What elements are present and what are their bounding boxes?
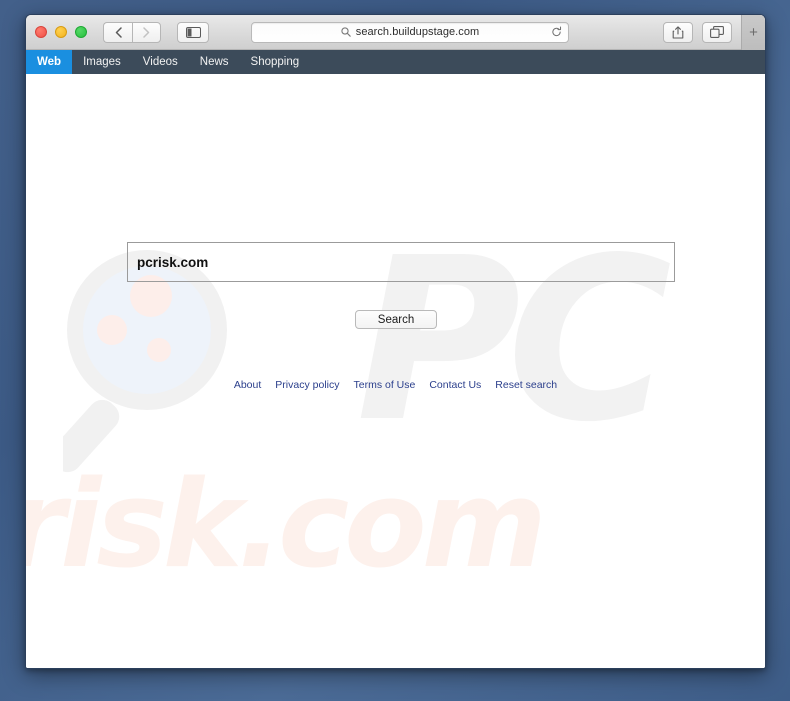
site-category-nav: Web Images Videos News Shopping <box>26 50 765 74</box>
search-icon <box>341 27 351 37</box>
search-input[interactable] <box>127 242 675 282</box>
nav-item-images[interactable]: Images <box>72 50 132 74</box>
url-text: search.buildupstage.com <box>355 26 480 38</box>
footer-links: About Privacy policy Terms of Use Contac… <box>26 379 765 391</box>
window-controls <box>35 26 87 38</box>
forward-button[interactable] <box>132 21 161 43</box>
footer-link-terms-of-use[interactable]: Terms of Use <box>353 379 415 391</box>
nav-item-news[interactable]: News <box>189 50 240 74</box>
search-button[interactable]: Search <box>355 310 437 329</box>
share-icon <box>672 26 684 39</box>
new-tab-button[interactable]: + <box>741 15 765 50</box>
url-bar[interactable]: search.buildupstage.com <box>251 21 569 43</box>
footer-link-privacy-policy[interactable]: Privacy policy <box>275 379 339 391</box>
close-window-button[interactable] <box>35 26 47 38</box>
search-page: PC risk.com Search About Privacy policy … <box>26 74 765 668</box>
chevron-right-icon <box>143 26 150 38</box>
nav-item-shopping[interactable]: Shopping <box>240 50 311 74</box>
show-all-tabs-button[interactable] <box>702 22 732 43</box>
footer-link-reset-search[interactable]: Reset search <box>495 379 557 391</box>
tabs-overview-icon <box>710 26 724 38</box>
sidebar-toggle-button[interactable] <box>177 21 209 43</box>
footer-link-contact-us[interactable]: Contact Us <box>429 379 481 391</box>
browser-toolbar: search.buildupstage.com + <box>26 15 765 50</box>
nav-item-videos[interactable]: Videos <box>132 50 189 74</box>
back-button[interactable] <box>103 21 132 43</box>
toolbar-right-controls: + <box>663 15 765 50</box>
nav-item-web[interactable]: Web <box>26 50 73 74</box>
risk-watermark-text: risk.com <box>26 456 547 595</box>
browser-window: search.buildupstage.com + Web Images Vid… <box>25 14 766 669</box>
maximize-window-button[interactable] <box>75 26 87 38</box>
reload-icon <box>552 26 562 37</box>
footer-link-about[interactable]: About <box>234 379 261 391</box>
navigation-buttons <box>103 21 161 43</box>
share-button[interactable] <box>663 22 693 43</box>
chevron-left-icon <box>115 26 122 38</box>
minimize-window-button[interactable] <box>55 26 67 38</box>
sidebar-icon <box>185 26 201 38</box>
reload-button[interactable] <box>551 26 562 38</box>
